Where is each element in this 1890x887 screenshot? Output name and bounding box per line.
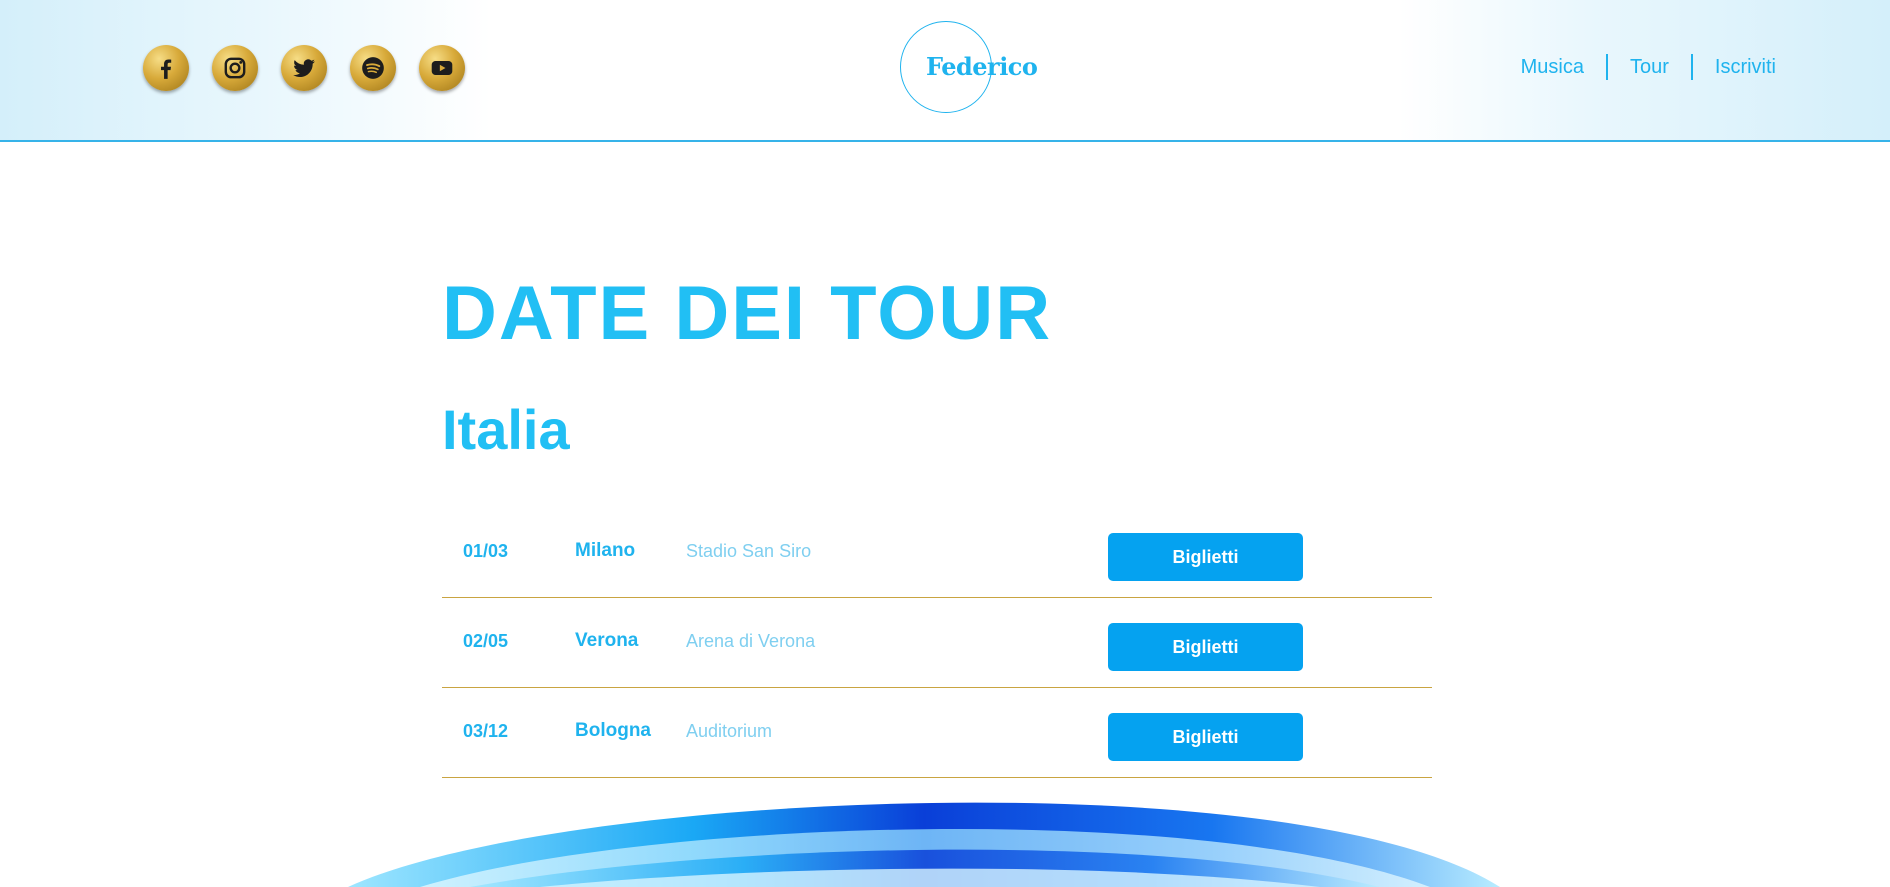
decorative-wave-image [348,802,1500,887]
instagram-icon [224,57,246,79]
tour-date: 01/03 [463,541,509,561]
nav-item-musica[interactable]: Musica [1499,56,1606,79]
twitter-link[interactable] [281,45,327,91]
page: Federico Musica Tour Iscriviti DATE DEI … [0,0,1890,887]
twitter-icon [293,59,315,77]
main-nav: Musica Tour Iscriviti [1499,54,1776,80]
instagram-link[interactable] [212,45,258,91]
spotify-icon [362,57,384,79]
logo-text[interactable]: Federico [926,52,1038,81]
tour-city: Bologna [575,720,651,741]
facebook-icon [161,59,172,79]
tour-venue: Auditorium [686,721,773,741]
facebook-link[interactable] [143,45,189,91]
tour-dates-list: 01/03 Milano Stadio San Siro Biglietti 0… [442,508,1432,778]
tour-date: 03/12 [463,721,509,741]
tour-venue: Stadio San Siro [686,541,812,561]
tickets-button[interactable]: Biglietti [1108,623,1303,671]
tour-date-row: 01/03 Milano Stadio San Siro Biglietti [442,508,1432,598]
site-header: Federico Musica Tour Iscriviti [0,0,1890,142]
page-title: DATE DEI TOUR [442,271,1053,356]
youtube-icon [431,60,453,76]
tour-date-row: 03/12 Bologna Auditorium Biglietti [442,688,1432,778]
spotify-link[interactable] [350,45,396,91]
tickets-button[interactable]: Biglietti [1108,533,1303,581]
tour-date-row: 02/05 Verona Arena di Verona Biglietti [442,598,1432,688]
tour-city: Milano [575,540,636,561]
tour-date: 02/05 [463,631,509,651]
tickets-button[interactable]: Biglietti [1108,713,1303,761]
youtube-link[interactable] [419,45,465,91]
social-links [143,45,465,91]
tour-venue: Arena di Verona [686,631,816,651]
nav-item-tour[interactable]: Tour [1608,56,1691,79]
section-title-italia: Italia [442,398,570,461]
tour-city: Verona [575,630,639,651]
nav-item-iscriviti[interactable]: Iscriviti [1693,56,1776,79]
